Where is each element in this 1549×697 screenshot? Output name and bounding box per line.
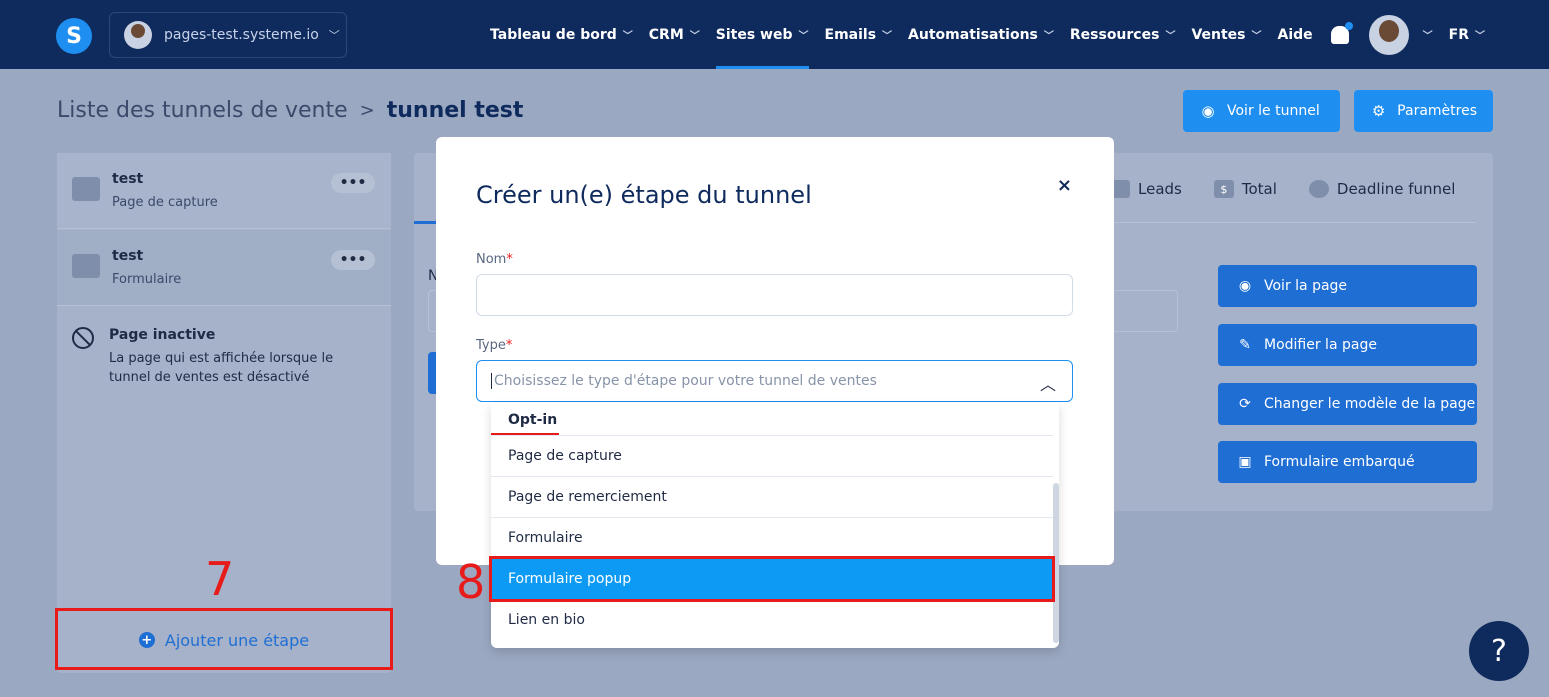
dropdown-option[interactable]: Formulaire bbox=[491, 517, 1053, 558]
step-title: test bbox=[112, 248, 144, 264]
funnel-step-item[interactable]: test Formulaire ••• bbox=[57, 230, 391, 306]
nav-ventes[interactable]: Ventes ﹀ bbox=[1191, 0, 1261, 69]
name-input-fragment-right bbox=[1114, 290, 1178, 332]
nom-input[interactable] bbox=[476, 274, 1073, 316]
changer-modele-button[interactable]: ⟳ Changer le modèle de la page bbox=[1218, 383, 1477, 425]
dropdown-option[interactable]: Page de remerciement bbox=[491, 476, 1053, 517]
page-icon bbox=[72, 177, 100, 201]
inactive-title: Page inactive bbox=[109, 327, 216, 343]
step-type: Page de capture bbox=[112, 195, 218, 210]
annotation-number-7: 7 bbox=[205, 552, 235, 606]
type-dropdown-menu: Opt-in Page de capture Page de remerciem… bbox=[491, 403, 1059, 648]
chevron-down-icon: ﹀ bbox=[622, 31, 633, 42]
bell-icon[interactable] bbox=[1330, 21, 1353, 44]
edit-icon: ✎ bbox=[1239, 337, 1251, 353]
nav-ressources[interactable]: Ressources ﹀ bbox=[1070, 0, 1176, 69]
nav-aide[interactable]: Aide bbox=[1278, 0, 1313, 69]
chevron-down-icon: ﹀ bbox=[882, 31, 893, 42]
inactive-description: La page qui est affichée lorsque le tunn… bbox=[109, 351, 334, 385]
chevron-down-icon: ﹀ bbox=[328, 29, 340, 42]
close-icon[interactable]: × bbox=[1057, 175, 1072, 196]
type-select[interactable]: Choisissez le type d'étape pour votre tu… bbox=[476, 360, 1073, 402]
nav-sites-web[interactable]: Sites web ﹀ bbox=[715, 0, 809, 69]
chevron-up-icon: ︿ bbox=[1039, 375, 1056, 394]
name-input-fragment bbox=[428, 290, 436, 332]
systeme-logo[interactable]: S bbox=[56, 18, 92, 54]
highlight-box-8 bbox=[489, 556, 1055, 602]
language-selector[interactable]: FR ﹀ bbox=[1449, 0, 1485, 69]
type-select-placeholder: Choisissez le type d'étape pour votre tu… bbox=[491, 373, 877, 389]
active-tab-indicator bbox=[414, 221, 436, 224]
nav-crm[interactable]: CRM ﹀ bbox=[649, 0, 700, 69]
ban-icon bbox=[72, 327, 94, 349]
modal-title: Créer un(e) étape du tunnel bbox=[476, 181, 812, 209]
step-type: Formulaire bbox=[112, 272, 182, 287]
breadcrumb-separator: > bbox=[359, 100, 375, 121]
nav-tableau-de-bord[interactable]: Tableau de bord ﹀ bbox=[490, 0, 633, 69]
dropdown-option[interactable]: Lien en bio bbox=[491, 599, 1053, 640]
user-avatar[interactable] bbox=[1368, 14, 1409, 55]
nom-label: Nom* bbox=[476, 252, 513, 267]
voir-tunnel-button[interactable]: ◉ Voir le tunnel bbox=[1183, 90, 1340, 132]
more-options-button[interactable]: ••• bbox=[331, 250, 375, 270]
help-button[interactable]: ? bbox=[1469, 621, 1529, 681]
gear-icon: ⚙ bbox=[1371, 102, 1386, 120]
top-navbar: S pages-test.systeme.io ﹀ Tableau de bor… bbox=[0, 0, 1549, 69]
chevron-down-icon: ﹀ bbox=[1251, 31, 1262, 42]
breadcrumb-current: tunnel test bbox=[386, 98, 524, 123]
chevron-down-icon: ﹀ bbox=[689, 31, 700, 42]
eye-icon: ◉ bbox=[1238, 278, 1252, 294]
highlight-box-7 bbox=[55, 608, 393, 670]
more-options-button[interactable]: ••• bbox=[331, 173, 375, 193]
form-icon bbox=[72, 254, 100, 278]
site-name: pages-test.systeme.io bbox=[164, 27, 319, 43]
dropdown-option[interactable]: Page de capture bbox=[491, 435, 1053, 476]
dropdown-group-label: Opt-in bbox=[508, 412, 558, 428]
clock-icon bbox=[1308, 180, 1329, 198]
chevron-down-icon: ﹀ bbox=[1165, 31, 1176, 42]
chevron-down-icon: ﹀ bbox=[1043, 31, 1054, 42]
type-label: Type* bbox=[476, 338, 513, 353]
chevron-down-icon: ﹀ bbox=[1422, 31, 1433, 42]
site-avatar bbox=[124, 21, 152, 49]
main-nav: Tableau de bord ﹀ CRM ﹀ Sites web ﹀ Emails ﹀… bbox=[482, 0, 1493, 69]
nav-automatisations[interactable]: Automatisations ﹀ bbox=[908, 0, 1054, 69]
user-menu-chevron[interactable]: ﹀ bbox=[1417, 0, 1433, 69]
parametres-button[interactable]: ⚙ Paramètres bbox=[1354, 90, 1493, 132]
tab-leads[interactable]: Leads bbox=[1110, 180, 1182, 198]
tab-total[interactable]: $ Total bbox=[1213, 180, 1277, 198]
eye-icon: ◉ bbox=[1201, 102, 1215, 120]
formulaire-embarque-button[interactable]: ▣ Formulaire embarqué bbox=[1218, 441, 1477, 483]
modifier-page-button[interactable]: ✎ Modifier la page bbox=[1218, 324, 1477, 366]
site-switcher[interactable]: pages-test.systeme.io ﹀ bbox=[109, 12, 347, 58]
voir-page-button[interactable]: ◉ Voir la page bbox=[1218, 265, 1477, 307]
nav-emails[interactable]: Emails ﹀ bbox=[825, 0, 893, 69]
chevron-down-icon: ﹀ bbox=[1475, 31, 1485, 42]
dollar-icon: $ bbox=[1213, 180, 1234, 198]
annotation-number-8: 8 bbox=[456, 555, 486, 609]
refresh-icon: ⟳ bbox=[1239, 396, 1251, 412]
step-title: test bbox=[112, 171, 144, 187]
code-icon: ▣ bbox=[1238, 454, 1252, 470]
stats-tabs: Leads $ Total Deadline funnel bbox=[1110, 180, 1487, 198]
tab-deadline-funnel[interactable]: Deadline funnel bbox=[1308, 180, 1455, 198]
chevron-down-icon: ﹀ bbox=[798, 31, 809, 42]
funnel-step-item[interactable]: test Page de capture ••• bbox=[57, 153, 391, 229]
breadcrumb-parent[interactable]: Liste des tunnels de vente bbox=[57, 98, 348, 123]
breadcrumb: Liste des tunnels de vente > tunnel test bbox=[57, 98, 523, 123]
button-fragment bbox=[428, 352, 436, 394]
